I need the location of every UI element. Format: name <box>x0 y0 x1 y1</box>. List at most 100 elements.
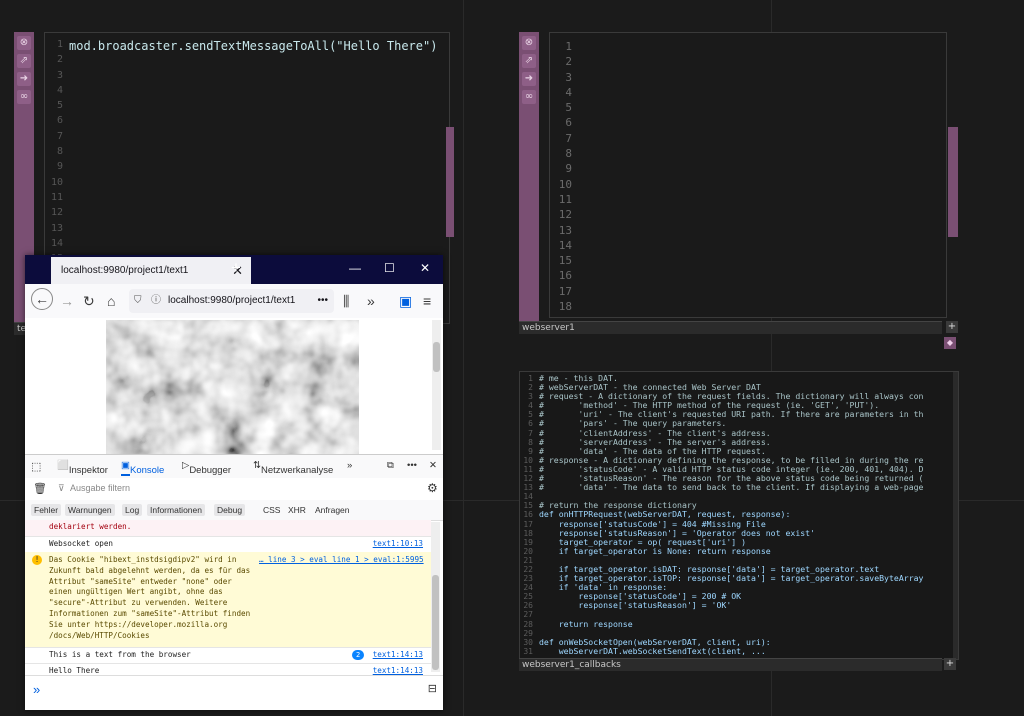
line-number: 2 <box>56 54 63 66</box>
tab-debugger[interactable]: ▷ Debugger <box>182 460 231 476</box>
line-number: 27 <box>523 610 533 620</box>
code-line[interactable]: # 'data' - The data to send back to the … <box>539 483 924 492</box>
line-number: 25 <box>523 592 533 602</box>
console-scroll-thumb[interactable] <box>432 575 439 670</box>
warning-icon: ! <box>32 555 42 565</box>
options-icon[interactable]: ••• <box>407 460 417 471</box>
forward-icon[interactable]: → <box>60 293 74 309</box>
console-output: deklariert werden. Websocket open text1:… <box>25 520 431 680</box>
line-number: 12 <box>558 208 572 222</box>
home-icon[interactable]: ⌂ <box>107 293 115 309</box>
dock-icon[interactable]: ⧉ <box>387 460 394 471</box>
filter-input[interactable]: Ausgabe filtern <box>70 483 130 493</box>
expand-icon[interactable]: + <box>946 321 958 333</box>
code-line[interactable]: response['statusReason'] = 'OK' <box>539 601 924 610</box>
line-number: 18 <box>558 300 572 314</box>
info-icon[interactable]: ⓘ <box>151 289 161 313</box>
line-number: 6 <box>565 116 572 130</box>
overflow-icon[interactable]: » <box>367 293 375 309</box>
filter-css[interactable]: CSS <box>263 505 280 515</box>
scrollbar[interactable] <box>948 127 958 237</box>
new-tab-icon[interactable]: + <box>231 258 241 278</box>
line-number: 7 <box>528 428 533 438</box>
code-editor[interactable]: 1 2 3 4 5 6 7 8 9 10 11 12 13 14 15 16 17 18 <box>549 32 947 318</box>
message-source-link[interactable]: text1:10:13 <box>373 539 423 548</box>
tab-inspector[interactable]: ⬜ Inspektor <box>57 460 108 476</box>
line-number: 26 <box>523 601 533 611</box>
filter-requests[interactable]: Anfragen <box>315 505 350 515</box>
tab-console[interactable]: ▣ Konsole <box>121 460 164 476</box>
page-scrollbar[interactable] <box>432 320 441 450</box>
extensions-icon[interactable]: ▣ <box>399 293 412 310</box>
tab-network[interactable]: ⇅ Netzwerkanalyse <box>253 460 333 476</box>
close-icon[interactable]: ⊗ <box>522 36 536 50</box>
code-line[interactable]: mod.broadcaster.sendTextMessageToAll("He… <box>69 39 437 53</box>
line-number: 14 <box>558 238 572 252</box>
line-number: 5 <box>565 101 572 115</box>
close-icon[interactable]: ⊗ <box>17 36 31 50</box>
shield-icon[interactable]: ⛉ <box>134 289 142 313</box>
line-number: 29 <box>523 628 533 638</box>
level-log[interactable]: Log <box>122 504 143 516</box>
settings-icon[interactable]: ⚙ <box>427 481 438 495</box>
browser-tab[interactable]: localhost:9980/project1/text1 ✕ <box>51 257 251 284</box>
window-close-icon[interactable]: ✕ <box>420 261 430 275</box>
link-icon[interactable]: ∞ <box>522 90 536 104</box>
pin-icon[interactable]: ⇗ <box>522 54 536 68</box>
console-input[interactable]: » ⊟ <box>25 675 443 710</box>
maximize-icon[interactable]: ☐ <box>384 261 395 275</box>
message-source-link[interactable]: text1:14:13 <box>373 650 423 659</box>
level-warnings[interactable]: Warnungen <box>65 504 115 516</box>
callbacks-editor[interactable]: 1 2 3 4 5 6 7 8 9 10 11 12 13 14 15 16 17 18 19 20 21 22 23 24 2… <box>519 371 959 660</box>
line-number: 5 <box>528 410 533 420</box>
line-number: 6 <box>56 115 63 127</box>
line-number: 13 <box>50 222 63 234</box>
url-bar[interactable]: ⛉ ⓘ localhost:9980/project1/text1 ••• <box>129 289 334 313</box>
expand-icon[interactable]: + <box>944 658 956 670</box>
message-text: Websocket open <box>49 539 114 548</box>
arrow-right-icon[interactable]: ➜ <box>17 72 31 86</box>
level-info[interactable]: Informationen <box>147 504 205 516</box>
callbacks-code[interactable]: # me - this DAT. # webServerDAT - the con… <box>539 373 924 656</box>
page-actions-icon[interactable]: ••• <box>317 289 328 313</box>
console-message: This is a text from the browser 2 text1:… <box>25 647 431 664</box>
library-icon[interactable]: ⫼ <box>343 293 349 310</box>
link-icon[interactable]: ∞ <box>17 90 31 104</box>
message-source-link[interactable]: text1:14:13 <box>373 666 423 675</box>
back-icon[interactable]: ← <box>31 288 53 310</box>
reload-icon[interactable]: ↻ <box>83 293 95 310</box>
line-number: 12 <box>523 474 533 484</box>
line-number: 18 <box>523 528 533 538</box>
menu-icon[interactable]: ≡ <box>423 293 431 309</box>
code-line[interactable]: webServerDAT.webSocketSendText(client, .… <box>539 646 924 656</box>
webserver-node[interactable]: ⊗ ⇗ ➜ ∞ 1 2 3 4 5 6 7 8 9 10 11 12 13 14 15 16 17 18 webs… <box>519 32 959 349</box>
editor-mode-icon[interactable]: ⊟ <box>428 682 437 695</box>
callback-connector-icon[interactable]: ◆ <box>944 337 956 349</box>
minimize-icon[interactable]: — <box>349 261 361 275</box>
code-line[interactable]: return response <box>539 619 924 629</box>
more-tabs-icon[interactable]: » <box>347 460 352 471</box>
filter-xhr[interactable]: XHR <box>288 505 306 515</box>
tab-label: Inspektor <box>68 465 108 476</box>
picker-icon[interactable]: ⬚ <box>31 460 41 473</box>
browser-window: localhost:9980/project1/text1 ✕ + — ☐ ✕ … <box>25 255 443 710</box>
arrow-right-icon[interactable]: ➜ <box>522 72 536 86</box>
close-devtools-icon[interactable]: ✕ <box>429 460 437 471</box>
scrollbar[interactable] <box>446 127 454 237</box>
line-number: 14 <box>50 237 63 249</box>
code-line[interactable]: if target_operator is None: return respo… <box>539 546 924 556</box>
line-number: 17 <box>558 284 572 298</box>
url-text[interactable]: localhost:9980/project1/text1 <box>168 289 308 313</box>
line-number: 8 <box>565 147 572 161</box>
line-number: 16 <box>558 269 572 283</box>
scrollbar[interactable] <box>953 372 958 659</box>
navigation-toolbar: ← → ↻ ⌂ ⛉ ⓘ localhost:9980/project1/text… <box>25 284 443 319</box>
tab-bar: localhost:9980/project1/text1 ✕ + — ☐ ✕ <box>25 255 443 284</box>
level-debug[interactable]: Debug <box>214 504 246 516</box>
pin-icon[interactable]: ⇗ <box>17 54 31 68</box>
trash-icon[interactable]: 🗑 <box>33 482 47 495</box>
level-errors[interactable]: Fehler <box>31 504 62 516</box>
message-source-link[interactable]: … line 3 > eval line 1 > eval:1:5995 <box>259 555 424 564</box>
line-number: 9 <box>565 162 572 176</box>
line-number: 15 <box>523 501 533 511</box>
